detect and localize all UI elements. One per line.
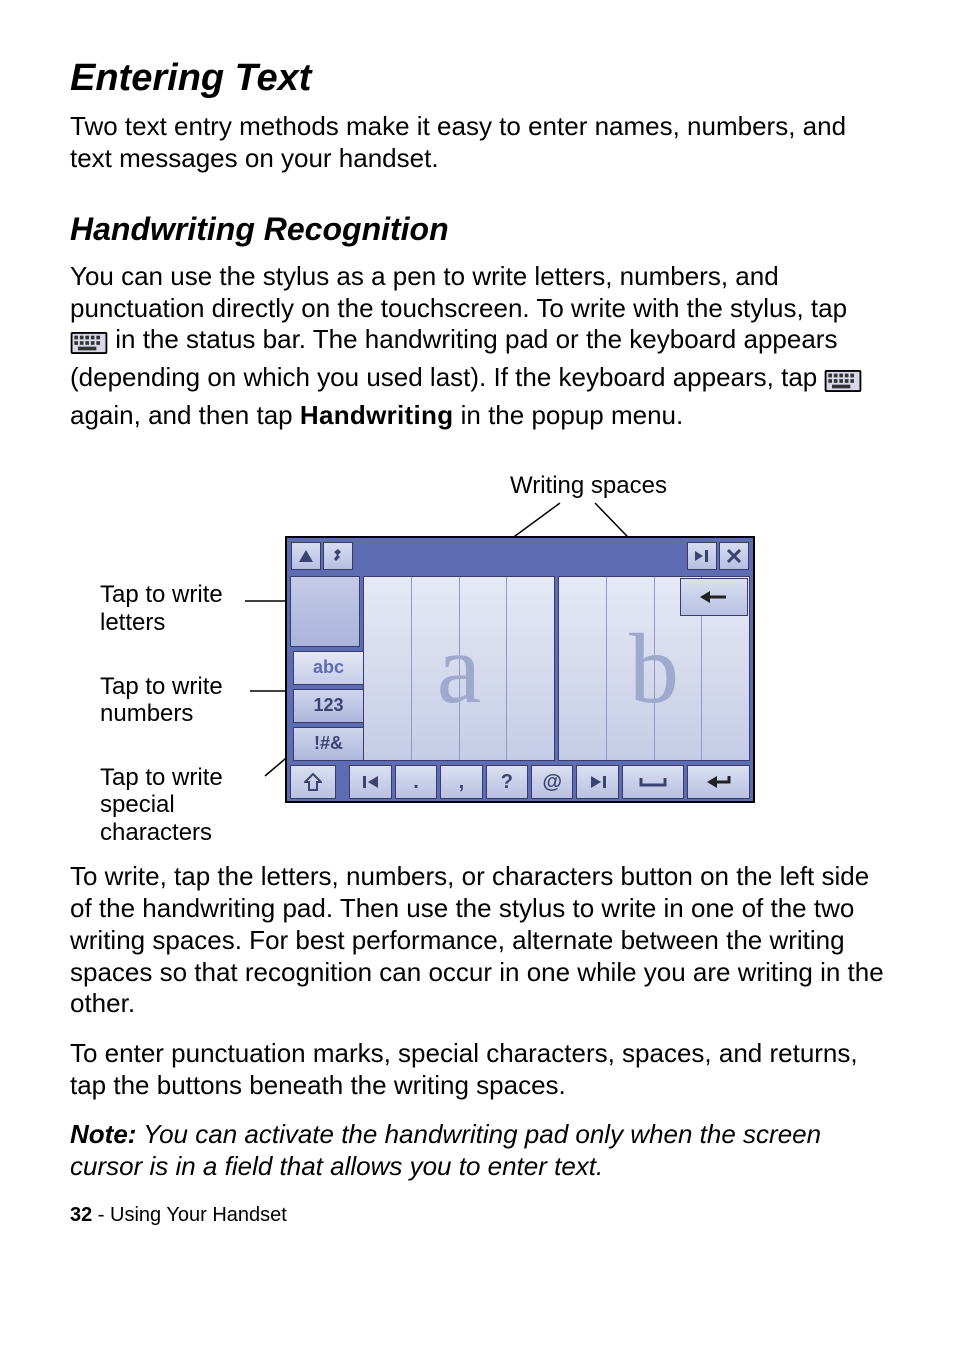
enter-icon bbox=[705, 774, 733, 790]
popup-menu-label: Handwriting bbox=[300, 400, 454, 430]
note-body: You can activate the handwriting pad onl… bbox=[70, 1119, 821, 1181]
heading-entering-text: Entering Text bbox=[70, 55, 884, 101]
next-word-button[interactable] bbox=[576, 765, 618, 799]
comma-button[interactable]: , bbox=[440, 765, 482, 799]
space-icon bbox=[638, 775, 668, 789]
skip-end-icon bbox=[589, 775, 607, 789]
footer-section-name: Using Your Handset bbox=[110, 1204, 287, 1226]
write-instructions-1: To write, tap the letters, numbers, or c… bbox=[70, 861, 884, 1020]
close-button[interactable] bbox=[719, 542, 749, 570]
handwriting-pad-diagram: Writing spaces Tap to write letters Tap … bbox=[70, 471, 870, 831]
backspace-icon bbox=[700, 589, 728, 605]
skip-start-icon bbox=[362, 775, 380, 789]
enter-button[interactable] bbox=[687, 765, 750, 799]
writing-spaces-label: Writing spaces bbox=[510, 471, 667, 500]
heading-handwriting: Handwriting Recognition bbox=[70, 210, 884, 249]
expand-right-icon bbox=[693, 549, 711, 563]
close-icon bbox=[727, 549, 741, 563]
keyboard-icon bbox=[70, 330, 108, 362]
mode-tab-symbols[interactable]: !#& bbox=[293, 727, 363, 761]
hw-text-1c: again, and then tap bbox=[70, 400, 300, 430]
shift-icon bbox=[304, 773, 322, 791]
note-paragraph: Note: You can activate the handwriting p… bbox=[70, 1119, 884, 1182]
keyboard-icon bbox=[824, 368, 862, 400]
space-button[interactable] bbox=[622, 765, 685, 799]
shift-button[interactable] bbox=[290, 765, 336, 799]
handwriting-paragraph: You can use the stylus as a pen to write… bbox=[70, 261, 884, 432]
mode-tab-123[interactable]: 123 bbox=[293, 689, 363, 723]
at-button[interactable]: @ bbox=[531, 765, 573, 799]
callout-special: Tap to write special characters bbox=[100, 764, 290, 847]
pad-top-bar bbox=[287, 538, 753, 574]
hw-text-1d: in the popup menu. bbox=[461, 400, 684, 430]
period-button[interactable]: . bbox=[395, 765, 437, 799]
hw-text-1a: You can use the stylus as a pen to write… bbox=[70, 261, 847, 323]
backspace-button[interactable] bbox=[680, 578, 748, 616]
up-arrow-button[interactable] bbox=[291, 542, 321, 570]
pin-button[interactable] bbox=[323, 542, 353, 570]
handwriting-pad: abc 123 !#& a b bbox=[285, 536, 755, 803]
writing-space-1[interactable]: a bbox=[363, 576, 555, 761]
up-arrow-icon bbox=[299, 550, 313, 562]
callout-numbers: Tap to write numbers bbox=[100, 673, 290, 728]
footer-sep: - bbox=[92, 1204, 110, 1226]
sample-char-a: a bbox=[437, 608, 481, 730]
hw-text-1b: in the status bar. The handwriting pad o… bbox=[70, 324, 837, 392]
note-label: Note: bbox=[70, 1119, 136, 1149]
mode-tab-blank[interactable] bbox=[290, 576, 360, 647]
sample-char-b: b bbox=[629, 608, 679, 730]
callout-letters: Tap to write letters bbox=[100, 581, 290, 636]
intro-paragraph: Two text entry methods make it easy to e… bbox=[70, 111, 884, 174]
question-button[interactable]: ? bbox=[486, 765, 528, 799]
mode-tab-abc[interactable]: abc bbox=[293, 651, 363, 685]
write-instructions-2: To enter punctuation marks, special char… bbox=[70, 1038, 884, 1101]
prev-word-button[interactable] bbox=[349, 765, 391, 799]
page-footer: 32 - Using Your Handset bbox=[70, 1203, 884, 1227]
expand-right-button[interactable] bbox=[687, 542, 717, 570]
pin-icon bbox=[330, 548, 346, 564]
page-number: 32 bbox=[70, 1204, 92, 1226]
